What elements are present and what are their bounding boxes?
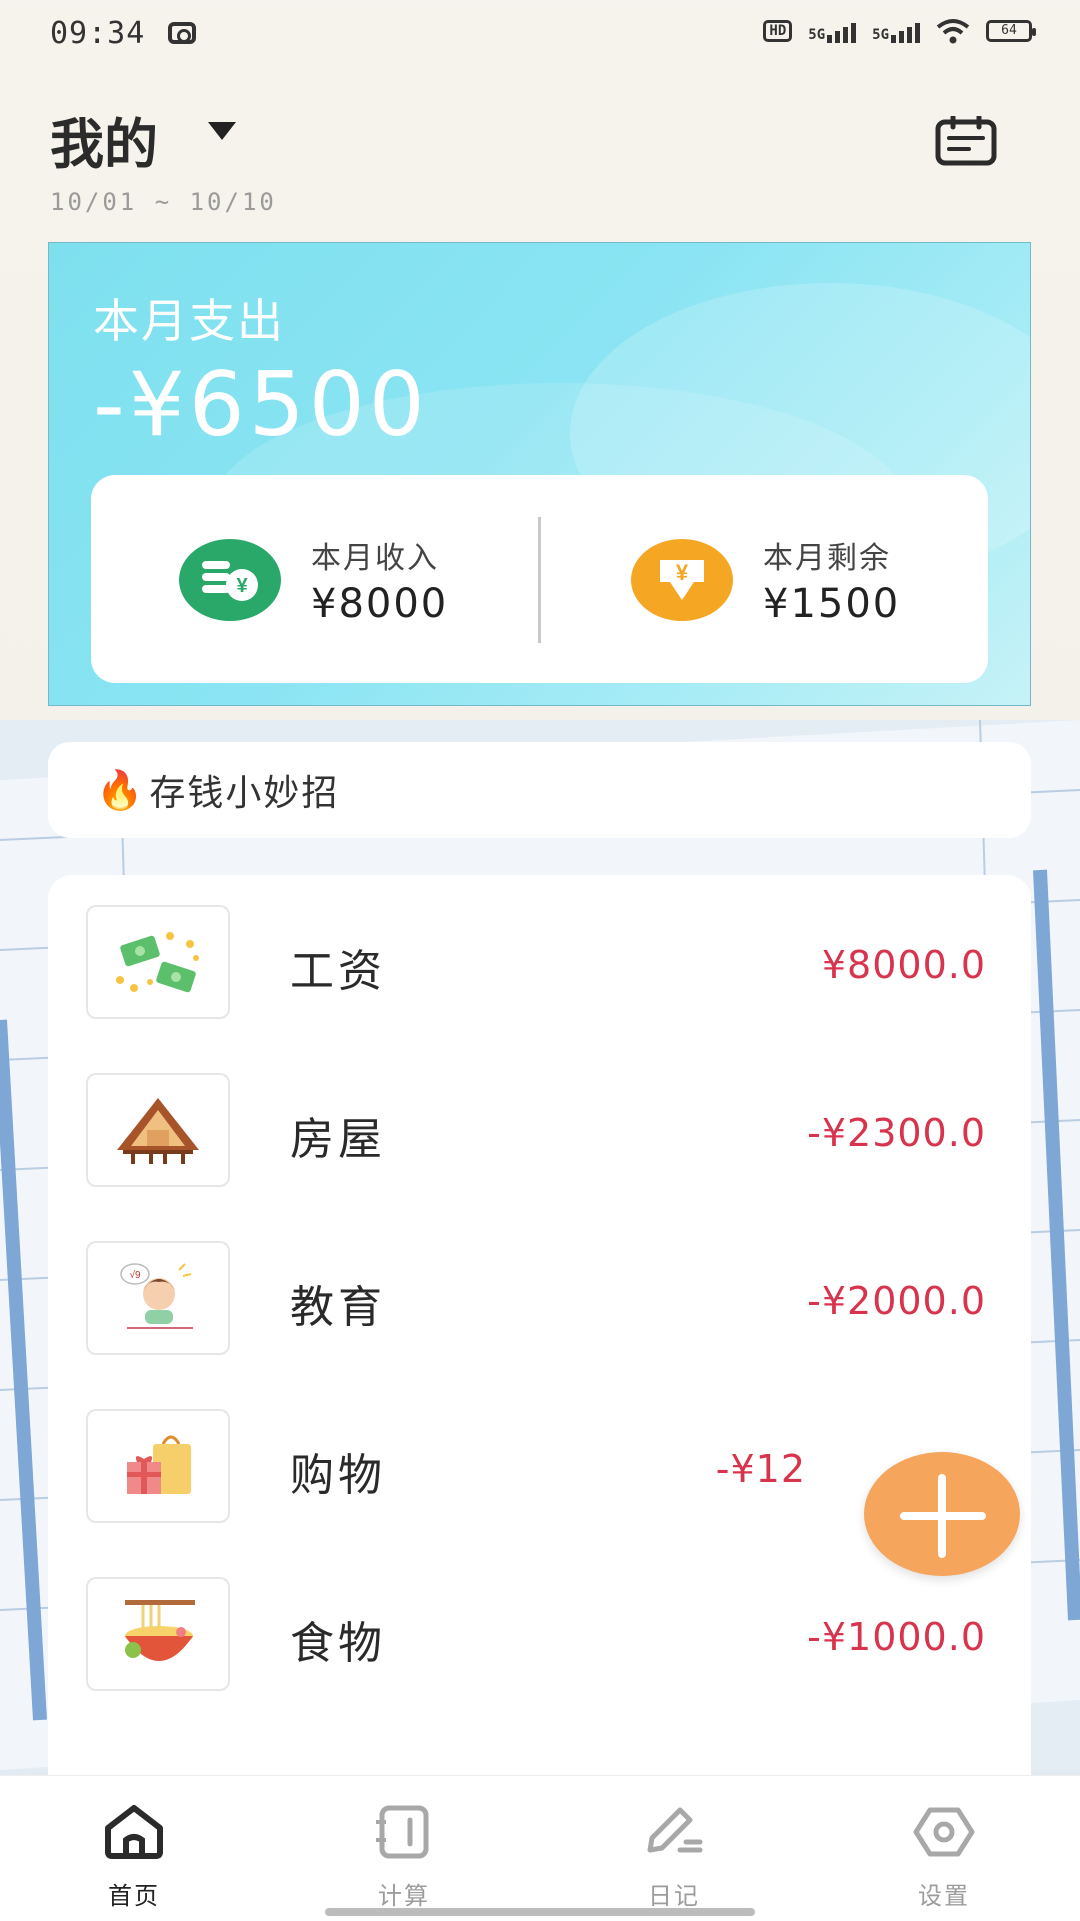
nav-label-home: 首页 [108,1882,160,1910]
nav-item-diary[interactable]: 日记 [604,1804,744,1911]
amount: -¥2300.0 [807,1111,986,1155]
notebook-icon [376,1805,429,1859]
add-record-button[interactable] [864,1452,1020,1576]
house-icon [86,1073,230,1187]
signal-label: 5G [808,27,826,43]
expense-amount: -¥6500 [93,353,429,456]
home-indicator[interactable] [325,1908,755,1916]
page-title[interactable]: 我的 [50,100,158,179]
calendar-icon[interactable] [935,116,997,166]
nav-label-settings: 设置 [918,1882,970,1910]
svg-text:¥: ¥ [676,560,689,585]
nav-label-calc: 计算 [378,1882,430,1910]
nav-item-settings[interactable]: 设置 [874,1804,1014,1911]
signal-icon-2: 5G [872,19,920,43]
screen-record-icon [168,22,196,44]
income-amount: ¥8000 [311,581,449,627]
remaining-label: 本月剩余 [763,541,891,576]
food-bowl-icon [86,1577,230,1691]
list-item[interactable]: 购物 -¥12 [86,1409,986,1527]
date-range: 10/01 ~ 10/10 [50,188,277,216]
list-item[interactable]: √9 教育 -¥2000.0 [86,1241,986,1359]
nav-item-calc[interactable]: 计算 [334,1804,474,1911]
coins-icon: ¥ [179,539,281,621]
list-item[interactable]: 房屋 -¥2300.0 [86,1073,986,1191]
category-label: 房屋 [290,1114,386,1165]
list-item[interactable]: 食物 -¥1000.0 [86,1577,986,1695]
records-list: 工资 ¥8000.0 房屋 -¥2300.0 √9 教育 -¥2000.0 购物… [48,875,1031,1775]
amount: -¥12 [715,1447,806,1491]
nav-label-diary: 日记 [648,1882,700,1910]
divider [538,517,541,643]
amount: -¥1000.0 [807,1615,986,1659]
home-icon [105,1805,163,1859]
bottom-nav: 首页 计算 日记 设置 [0,1775,1080,1921]
wifi-icon [936,19,970,44]
stats-panel: ¥ 本月收入 ¥8000 ¥ 本月剩余 ¥1500 [91,475,988,683]
status-indicators: HD 5G 5G 64 [763,18,1036,44]
svg-text:√9: √9 [129,1269,140,1281]
nav-item-home[interactable]: 首页 [64,1804,204,1911]
income-label: 本月收入 [311,541,439,576]
education-icon: √9 [86,1241,230,1355]
expense-label: 本月支出 [93,294,285,348]
pen-icon [647,1807,703,1853]
category-label: 购物 [290,1450,386,1501]
monthly-summary-card: 本月支出 -¥6500 ¥ 本月收入 ¥8000 ¥ 本月剩余 ¥1500 [48,242,1031,706]
income-stat: ¥ 本月收入 ¥8000 [179,535,449,627]
hd-icon: HD [763,20,793,42]
shopping-bag-icon [86,1409,230,1523]
category-label: 教育 [290,1282,386,1333]
tips-text: 存钱小妙招 [149,773,340,814]
remaining-amount: ¥1500 [763,581,901,627]
signal-label-2: 5G [872,27,889,43]
category-label: 食物 [290,1618,386,1669]
money-icon [86,905,230,1019]
list-item[interactable]: 工资 ¥8000.0 [86,905,986,1023]
remaining-stat: ¥ 本月剩余 ¥1500 [631,535,901,627]
status-time: 09:34 [50,16,146,51]
caret-down-icon[interactable] [208,122,236,140]
signal-icon: 5G [808,19,857,43]
category-label: 工资 [290,946,386,997]
status-bar: 09:34 HD 5G 5G 64 [0,0,1080,70]
battery-icon: 64 [986,20,1036,42]
svg-text:¥: ¥ [236,575,248,597]
fire-icon: 🔥 [96,767,144,812]
yen-down-icon: ¥ [631,539,733,621]
settings-icon [913,1807,975,1857]
amount: ¥8000.0 [821,943,986,987]
amount: -¥2000.0 [807,1279,986,1323]
savings-tips-bar[interactable]: 🔥 存钱小妙招 [48,742,1031,838]
